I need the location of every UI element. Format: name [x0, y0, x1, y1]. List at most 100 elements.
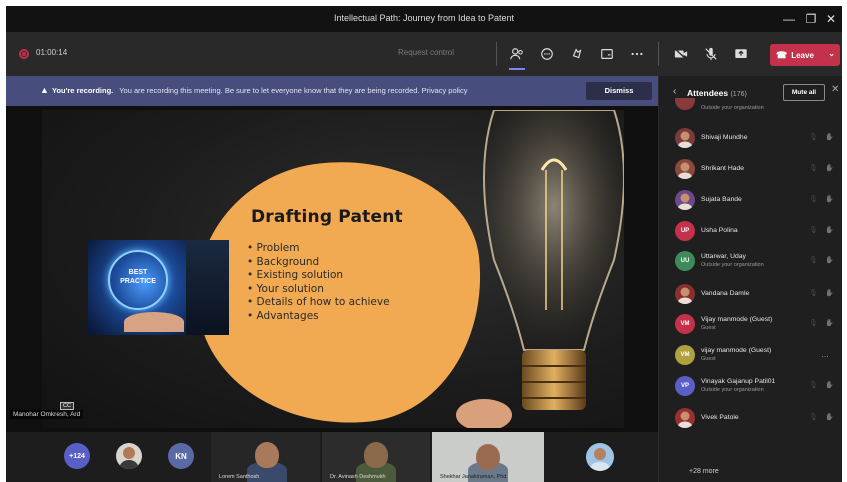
presentation-slide: BEST PRACTICE Drafting Patent Problem Ba… — [42, 110, 624, 428]
attendee-avatar: VM — [675, 345, 695, 365]
attendee-avatar — [675, 128, 695, 148]
attendee-row[interactable]: Vandana Damle 🎙 ✋ — [659, 279, 842, 309]
mic-muted-icon: 🎙 — [809, 165, 818, 172]
best-practice-text: BEST PRACTICE — [120, 269, 156, 285]
participant-name: Shekhar Janakiraman, Phd — [440, 474, 507, 480]
attendee-avatar — [675, 159, 695, 179]
leave-button[interactable]: ☎ Leave ⌄ — [770, 44, 840, 66]
chevron-left-icon[interactable]: ‹ — [673, 86, 676, 97]
attendee-name: vijay manmode (Guest) — [701, 347, 772, 354]
attendee-name: Sujata Bande — [701, 196, 742, 203]
camera-muted-icon: ✋ — [825, 134, 834, 141]
participant-avatar[interactable] — [116, 443, 142, 469]
attendee-avatar: UP — [675, 221, 695, 241]
request-control-button[interactable]: Request control — [398, 48, 454, 57]
attendee-row[interactable]: Shivaji Mundhe 🎙 ✋ — [659, 123, 842, 153]
camera-muted-icon: ✋ — [825, 382, 834, 389]
bullet-item: Background — [247, 256, 390, 270]
attendee-row[interactable]: Sujata Bande 🎙 ✋ — [659, 185, 842, 215]
chat-icon[interactable] — [536, 43, 558, 65]
close-icon[interactable]: ✕ — [822, 10, 840, 28]
attendee-subtitle: Outside your organization — [701, 262, 764, 268]
attendee-avatar: UU — [675, 251, 695, 271]
attendee-row[interactable]: Vivek Patole 🎙 ✋ — [659, 403, 842, 433]
bullet-item: Your solution — [247, 283, 390, 297]
chevron-down-icon[interactable]: ⌄ — [828, 49, 835, 58]
attendee-row[interactable]: VP Vinayak Gajanup Patil01 Outside your or… — [659, 371, 842, 401]
phone-icon: ☎ — [776, 49, 788, 60]
attendee-avatar: VM — [675, 314, 695, 334]
attendee-avatar — [675, 408, 695, 428]
attendee-row[interactable]: Shrikant Hade 🎙 ✋ — [659, 154, 842, 184]
attendee-name: Vandana Damle — [701, 290, 750, 297]
camera-muted-icon: ✋ — [825, 257, 834, 264]
bullet-item: Problem — [247, 242, 390, 256]
attendee-avatar: VP — [675, 376, 695, 396]
participant-video-tile[interactable]: Shekhar Janakiraman, Phd — [432, 432, 544, 482]
cc-icon[interactable]: CC — [60, 402, 74, 410]
mic-muted-icon: 🎙 — [809, 227, 818, 234]
participant-avatar[interactable] — [586, 443, 614, 471]
attendee-name: Vijay manmode (Guest) — [701, 316, 773, 323]
rooms-icon[interactable] — [596, 43, 618, 65]
participant-video-tile[interactable]: Dr. Avinash Deshmukh — [322, 432, 430, 482]
attendees-panel: ‹ Attendees (176) Mute all ✕ Outside you… — [658, 76, 842, 482]
participant-video-tile[interactable]: Lorem Santhosh — [211, 432, 320, 482]
teams-window: Intellectual Path: Journey from Idea to … — [6, 6, 842, 482]
maximize-icon[interactable]: ❐ — [802, 10, 820, 28]
participant-initials-avatar[interactable]: KN — [168, 443, 194, 469]
slide-title: Drafting Patent — [251, 207, 403, 227]
leave-label: Leave — [791, 50, 814, 60]
dismiss-button[interactable]: Dismiss — [586, 82, 652, 100]
participants-icon[interactable] — [506, 43, 528, 70]
mic-muted-icon: 🎙 — [809, 414, 818, 421]
title-bar: Intellectual Path: Journey from Idea to … — [6, 6, 842, 32]
attendee-name: Vivek Patole — [701, 414, 739, 421]
mic-off-icon[interactable] — [700, 43, 722, 65]
attendee-subtitle: Outside your organization — [701, 387, 764, 393]
mic-muted-icon: 🎙 — [809, 196, 818, 203]
participant-name: Dr. Avinash Deshmukh — [330, 474, 386, 480]
camera-muted-icon: ✋ — [825, 196, 834, 203]
window-title: Intellectual Path: Journey from Idea to … — [333, 13, 515, 23]
reactions-icon[interactable] — [566, 43, 588, 65]
attendee-row[interactable]: Outside your organization — [659, 98, 842, 120]
attendee-name: Uttarwar, Uday — [701, 253, 746, 260]
attendee-row[interactable]: VM vijay manmode (Guest) Guest … — [659, 340, 842, 370]
warning-icon: ▲ — [40, 85, 49, 95]
hand-figure — [124, 312, 184, 332]
attendee-subtitle: Guest — [701, 356, 716, 362]
attendee-row[interactable]: UP Usha Polina 🎙 ✋ — [659, 216, 842, 246]
attendee-row[interactable]: VM Vijay manmode (Guest) Guest 🎙 ✋ — [659, 309, 842, 339]
recording-bold-label: You're recording. — [52, 86, 114, 95]
minimize-icon[interactable]: — — [780, 10, 798, 28]
more-attendees-link[interactable]: +28 more — [689, 468, 719, 475]
camera-off-icon[interactable] — [670, 43, 692, 65]
close-icon[interactable]: ✕ — [831, 84, 839, 95]
overflow-participants-button[interactable]: +124 — [64, 443, 90, 469]
mic-muted-icon: 🎙 — [809, 257, 818, 264]
more-options-icon[interactable]: … — [821, 350, 829, 359]
attendee-name: Shivaji Mundhe — [701, 134, 748, 141]
attendees-count: (176) — [730, 91, 747, 98]
participant-name: Lorem Santhosh — [219, 474, 260, 480]
person-head — [364, 442, 388, 468]
attendee-name: Usha Polina — [701, 227, 738, 234]
meeting-timer: 01:00:14 — [36, 48, 68, 57]
camera-muted-icon: ✋ — [825, 290, 834, 297]
mute-all-button[interactable]: Mute all — [783, 84, 825, 101]
attendee-avatar — [675, 190, 695, 210]
camera-muted-icon: ✋ — [825, 414, 834, 421]
more-actions-icon[interactable] — [626, 43, 648, 65]
camera-muted-icon: ✋ — [825, 165, 834, 172]
attendees-title: Attendees (176) — [687, 88, 747, 98]
attendee-subtitle: Outside your organization — [701, 105, 764, 111]
mic-muted-icon: 🎙 — [809, 290, 818, 297]
attendee-name: Shrikant Hade — [701, 165, 745, 172]
attendee-row[interactable]: UU Uttarwar, Uday Outside your organizatio… — [659, 246, 842, 276]
recording-message: You're recording. You are recording this… — [52, 86, 467, 95]
attendees-title-label: Attendees — [687, 88, 729, 98]
mic-muted-icon: 🎙 — [809, 134, 818, 141]
mic-muted-icon: 🎙 — [809, 382, 818, 389]
share-screen-icon[interactable] — [730, 43, 752, 65]
